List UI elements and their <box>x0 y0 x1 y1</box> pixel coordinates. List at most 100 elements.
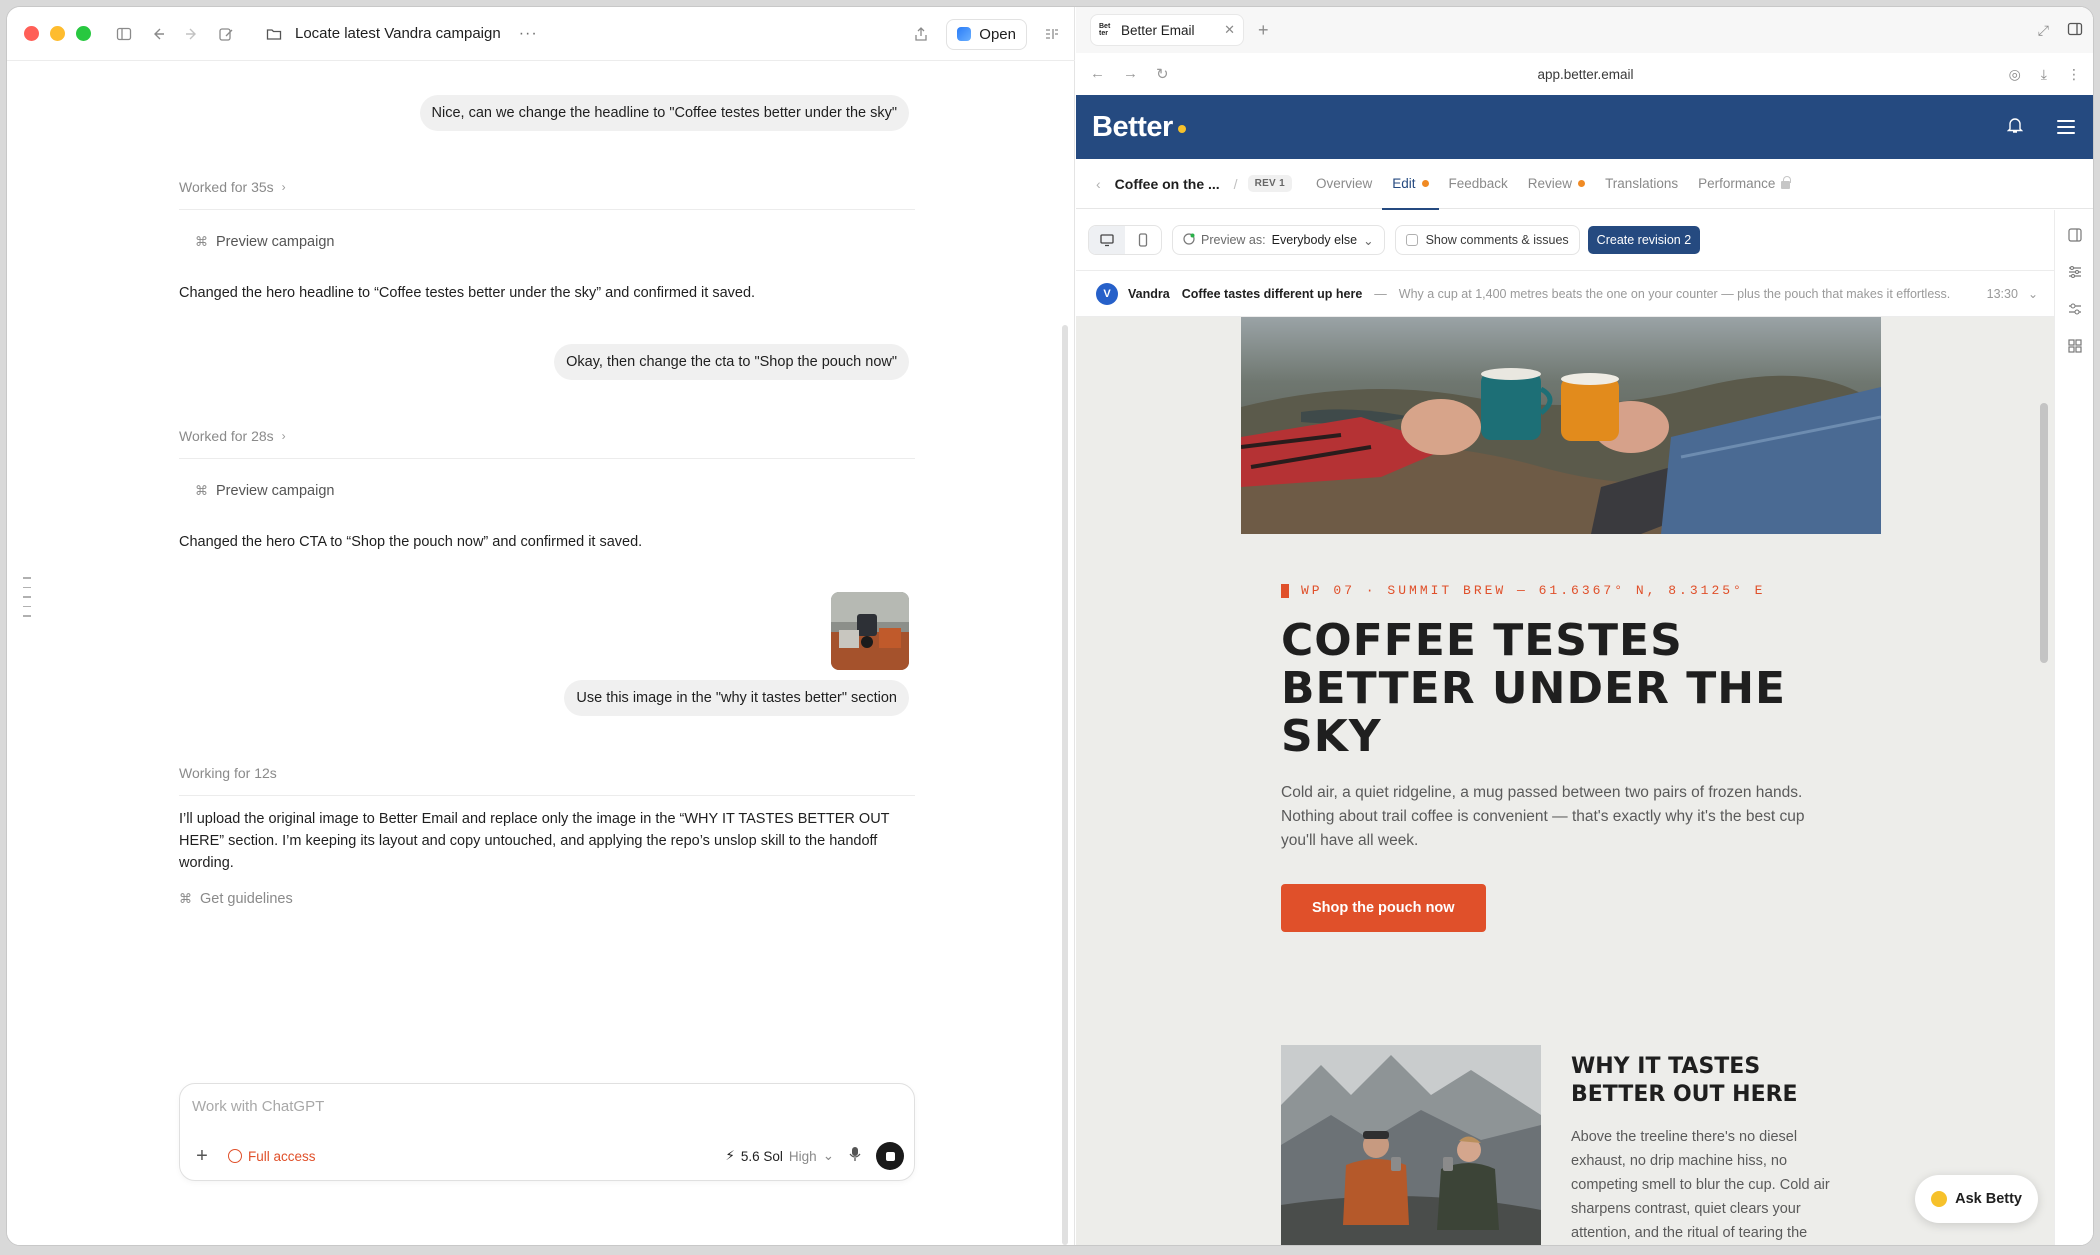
tab-review[interactable]: Review <box>1518 159 1595 209</box>
chevron-right-icon: › <box>281 180 286 194</box>
chevron-down-icon[interactable]: ⌄ <box>2028 287 2038 301</box>
sliders-icon[interactable] <box>2068 265 2082 284</box>
worked-duration[interactable]: Worked for 35s › <box>179 179 915 210</box>
user-message: Nice, can we change the headline to "Cof… <box>419 95 909 131</box>
why-section-image[interactable] <box>1281 1045 1541 1245</box>
worked-duration[interactable]: Worked for 28s › <box>179 428 915 459</box>
ask-betty-button[interactable]: Ask Betty <box>1915 1175 2038 1223</box>
access-mode-button[interactable]: Full access <box>228 1149 316 1164</box>
command-icon: ⌘ <box>195 234 208 249</box>
browser-tab[interactable]: Bet ter Better Email ✕ <box>1090 14 1244 46</box>
hero-eyebrow[interactable]: WP 07 · SUMMIT BREW — 61.6367° N, 8.3125… <box>1281 583 1765 598</box>
show-comments-label: Show comments & issues <box>1425 233 1569 247</box>
better-logo[interactable]: Better <box>1092 111 1186 144</box>
subject-line: Coffee tastes different up here <box>1181 286 1363 301</box>
composer-input[interactable]: Work with ChatGPT <box>192 1098 324 1115</box>
tab-label: Feedback <box>1448 176 1508 191</box>
email-subject-row[interactable]: V Vandra Coffee tastes different up here… <box>1076 271 2054 317</box>
tool-call-label: Get guidelines <box>200 891 293 907</box>
hero-image[interactable] <box>1241 317 1881 534</box>
why-section-body[interactable]: Above the treeline there's no diesel exh… <box>1571 1125 1831 1245</box>
editor-side-tools <box>2054 210 2093 1245</box>
sender-avatar: V <box>1096 282 1118 305</box>
open-button[interactable]: Open <box>946 18 1027 50</box>
tab-label: Review <box>1527 176 1573 191</box>
app-header: Better <box>1076 95 2093 159</box>
tab-overview[interactable]: Overview <box>1306 159 1382 209</box>
model-selector[interactable]: ⚡ 5.6 Sol High ⌄ <box>725 1148 834 1164</box>
why-section-title[interactable]: WHY IT TASTES BETTER OUT HERE <box>1571 1053 1831 1109</box>
show-comments-checkbox[interactable] <box>1405 234 1418 246</box>
folder-icon <box>263 23 285 45</box>
kebab-menu-icon[interactable]: ⋮ <box>2067 66 2081 83</box>
adjustments-icon[interactable] <box>2068 302 2082 321</box>
lock-icon <box>1781 176 1791 189</box>
close-tab-icon[interactable]: ✕ <box>1224 22 1235 38</box>
stop-button[interactable] <box>876 1142 904 1170</box>
new-tab-button[interactable]: + <box>1258 20 1269 41</box>
better-favicon-icon: Bet ter <box>1099 23 1111 37</box>
bell-icon[interactable] <box>2006 116 2024 139</box>
status-dot <box>1421 180 1429 187</box>
download-icon[interactable]: ⤓ <box>2041 66 2047 83</box>
revision-badge: REV 1 <box>1247 175 1292 192</box>
attached-image-thumbnail[interactable] <box>831 592 909 670</box>
desktop-view-button[interactable] <box>1089 226 1125 254</box>
tool-call[interactable]: ⌘ Preview campaign <box>195 483 334 499</box>
close-window-button[interactable] <box>24 26 39 41</box>
hamburger-menu-icon[interactable] <box>2057 120 2075 134</box>
back-arrow-icon[interactable] <box>147 23 169 45</box>
new-chat-icon[interactable] <box>215 23 237 45</box>
model-name: 5.6 Sol <box>740 1148 783 1164</box>
chevron-left-icon[interactable]: ‹ <box>1096 176 1101 192</box>
breadcrumb-separator: / <box>1233 175 1238 192</box>
tab-edit[interactable]: Edit <box>1382 159 1439 210</box>
tool-call[interactable]: ⌘ Preview campaign <box>195 234 334 250</box>
preview-as-select[interactable]: Preview as: Everybody else ⌄ <box>1172 225 1385 255</box>
preheader-text: Why a cup at 1,400 metres beats the one … <box>1398 286 1951 301</box>
minimize-window-button[interactable] <box>50 26 65 41</box>
tab-performance[interactable]: Performance <box>1688 159 1800 209</box>
url-field[interactable]: app.better.email <box>1076 67 2093 82</box>
chat-scrollbar[interactable] <box>1062 325 1068 1245</box>
tab-translations[interactable]: Translations <box>1595 159 1688 209</box>
microphone-icon[interactable] <box>848 1146 862 1167</box>
maximize-window-button[interactable] <box>76 26 91 41</box>
add-attachment-button[interactable]: + <box>190 1145 214 1168</box>
campaign-nav: ‹ Coffee on the ... / REV 1 Overview Edi… <box>1076 159 2093 210</box>
browser-pane: Bet ter Better Email ✕ + ⤢ ← → ↻ app.bet… <box>1076 7 2093 1245</box>
create-revision-button[interactable]: Create revision 2 <box>1587 226 1701 254</box>
effort-level: High <box>788 1148 817 1164</box>
show-comments-toggle[interactable]: Show comments & issues <box>1394 225 1580 255</box>
mobile-view-button[interactable] <box>1125 226 1161 254</box>
sidebar-toggle-icon[interactable] <box>113 23 135 45</box>
tab-label: Overview <box>1315 176 1373 191</box>
worked-label: Worked for 35s <box>179 179 274 195</box>
hero-headline[interactable]: COFFEE TESTES BETTER UNDER THE SKY <box>1281 617 1841 761</box>
window-controls <box>24 26 91 41</box>
grid-blocks-icon[interactable] <box>2068 339 2082 358</box>
more-options-button[interactable]: ··· <box>519 25 538 43</box>
alert-icon <box>228 1149 242 1163</box>
hero-body-text[interactable]: Cold air, a quiet ridgeline, a mug passe… <box>1281 781 1841 853</box>
assistant-message: I’ll upload the original image to Better… <box>179 811 890 871</box>
panel-toggle-icon[interactable] <box>1041 23 1063 45</box>
access-label: Full access <box>248 1148 316 1164</box>
expand-icon[interactable]: ⤢ <box>2038 22 2049 39</box>
hero-cta-button[interactable]: Shop the pouch now <box>1281 884 1486 932</box>
device-toggle <box>1088 225 1162 255</box>
layout-panel-icon[interactable] <box>2068 228 2082 247</box>
stop-icon <box>885 1151 895 1161</box>
extension-icon[interactable]: ◎ <box>2009 66 2021 83</box>
chat-title: Locate latest Vandra campaign <box>295 25 501 42</box>
forward-arrow-icon[interactable] <box>181 23 203 45</box>
sidebar-panel-icon[interactable] <box>2067 21 2083 40</box>
minimap-ticks[interactable] <box>23 577 31 617</box>
tool-call[interactable]: ⌘ Get guidelines <box>179 891 293 907</box>
betty-icon <box>1931 1191 1948 1207</box>
tab-feedback[interactable]: Feedback <box>1439 159 1518 209</box>
app-window: Locate latest Vandra campaign ··· Open N… <box>6 6 2094 1246</box>
campaign-title[interactable]: Coffee on the ... <box>1115 176 1220 192</box>
preview-scrollbar[interactable] <box>2040 403 2048 663</box>
share-icon[interactable] <box>910 23 932 45</box>
